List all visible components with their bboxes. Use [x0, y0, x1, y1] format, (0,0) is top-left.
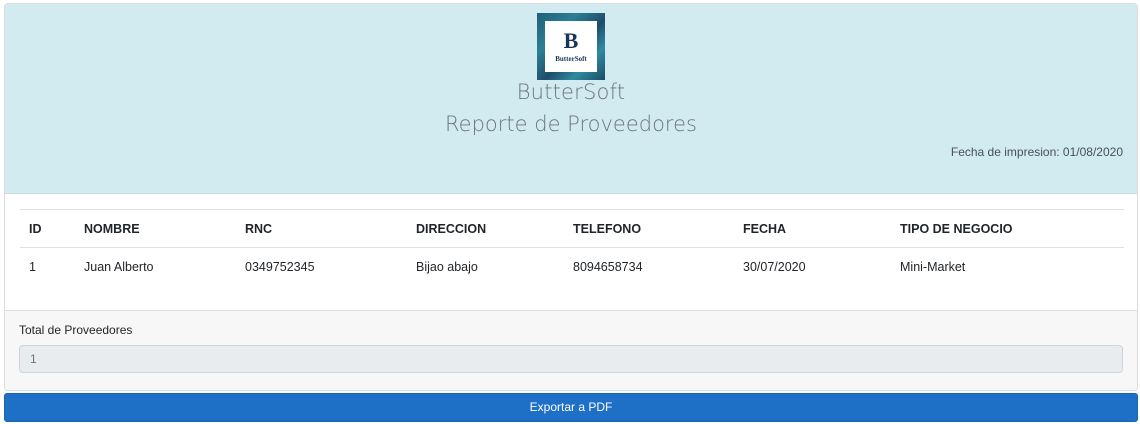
- report-footer: Total de Proveedores 1: [5, 310, 1137, 390]
- report-title: Reporte de Proveedores: [445, 112, 697, 136]
- cell-tipo-negocio: Mini-Market: [900, 259, 966, 274]
- cell-nombre: Juan Alberto: [84, 259, 154, 274]
- column-header-id: ID: [29, 221, 42, 236]
- column-header-telefono: TELEFONO: [573, 221, 642, 236]
- total-field: 1: [19, 345, 1123, 373]
- suppliers-table: ID NOMBRE RNC DIRECCION TELEFONO FECHA T…: [20, 209, 1124, 286]
- brand-name: ButterSoft: [516, 80, 626, 104]
- suppliers-table-wrapper: ID NOMBRE RNC DIRECCION TELEFONO FECHA T…: [20, 209, 1124, 286]
- cell-id: 1: [29, 259, 36, 274]
- column-header-rnc: RNC: [245, 221, 273, 236]
- report-card: B ButterSoft ButterSoft Reporte de Prove…: [4, 3, 1138, 391]
- table-body: 1 Juan Alberto 0349752345 Bijao abajo 80…: [20, 248, 1124, 286]
- company-logo: B ButterSoft: [537, 13, 605, 80]
- column-header-direccion: DIRECCION: [416, 221, 487, 236]
- column-header-nombre: NOMBRE: [84, 221, 140, 236]
- cell-rnc: 0349752345: [245, 259, 315, 274]
- logo-panel: B ButterSoft: [545, 21, 597, 72]
- cell-direccion: Bijao abajo: [416, 259, 478, 274]
- cell-telefono: 8094658734: [573, 259, 643, 274]
- table-row: 1 Juan Alberto 0349752345 Bijao abajo 80…: [20, 248, 1124, 286]
- cell-fecha: 30/07/2020: [743, 259, 806, 274]
- report-header: B ButterSoft ButterSoft Reporte de Prove…: [5, 4, 1137, 194]
- export-pdf-button[interactable]: Exportar a PDF: [4, 393, 1138, 422]
- print-date: Fecha de impresion: 01/08/2020: [950, 145, 1123, 159]
- table-header: ID NOMBRE RNC DIRECCION TELEFONO FECHA T…: [20, 209, 1124, 248]
- logo-text: ButterSoft: [555, 55, 587, 63]
- total-label: Total de Proveedores: [19, 323, 133, 337]
- table-header-row: ID NOMBRE RNC DIRECCION TELEFONO FECHA T…: [20, 209, 1124, 248]
- logo-letter: B: [563, 28, 579, 53]
- column-header-tipo-negocio: TIPO DE NEGOCIO: [900, 221, 1013, 236]
- column-header-fecha: FECHA: [743, 221, 787, 236]
